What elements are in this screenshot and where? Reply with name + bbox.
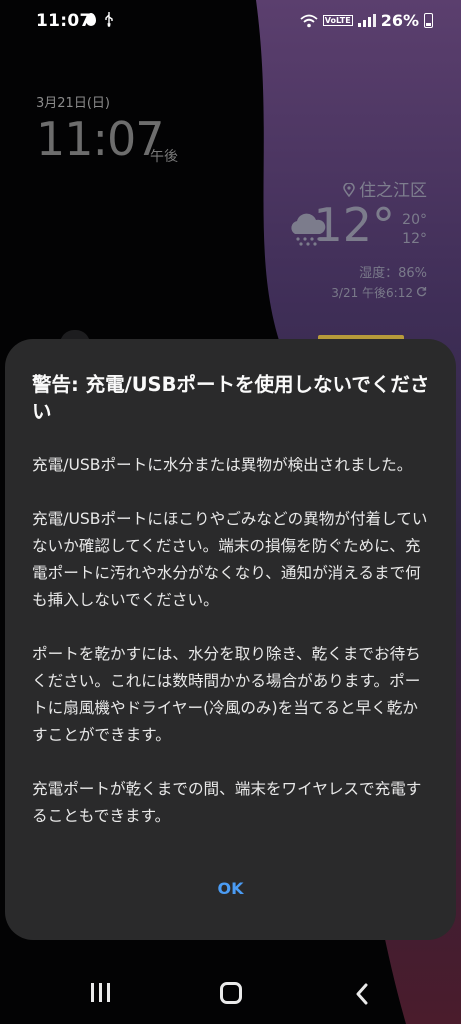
weather-temp: 12°: [313, 198, 395, 252]
battery-percent: 26%: [380, 11, 419, 30]
dialog-paragraph: ポートを乾かすには、水分を取り除き、乾くまでお待ちください。これには数時間かかる…: [32, 645, 421, 744]
usb-icon: [103, 11, 115, 31]
warning-dialog: 警告: 充電/USBポートを使用しないでください 充電/USBポートに水分または…: [5, 339, 456, 940]
weather-updated-label: 3/21 午後6:12: [331, 286, 413, 300]
dialog-body: 充電/USBポートに水分または異物が検出されました。 充電/USBポートにほこり…: [32, 452, 432, 857]
volte-icon: VoLTE: [322, 15, 353, 26]
battery-icon: [424, 13, 433, 28]
dialog-paragraph: 充電/USBポートにほこりやごみなどの異物が付着していないか確認してください。端…: [32, 510, 428, 609]
location-pin-icon: [343, 181, 355, 197]
weather-updated[interactable]: 3/21 午後6:12: [331, 284, 427, 301]
ok-button[interactable]: OK: [5, 879, 456, 898]
lock-clock: 11:07: [36, 112, 165, 166]
dialog-paragraph: 充電/USBポートに水分または異物が検出されました。: [32, 456, 413, 474]
weather-high: 20°: [402, 212, 427, 228]
refresh-icon[interactable]: [416, 286, 427, 300]
dialog-paragraph: 充電ポートが乾くまでの間、端末をワイヤレスで充電することもできます。: [32, 780, 422, 825]
weather-humidity: 湿度：86%: [359, 266, 427, 281]
back-icon[interactable]: [355, 983, 369, 1009]
weather-high-low: 20° 12°: [402, 211, 427, 249]
navigation-bar: [0, 966, 461, 1024]
recents-icon[interactable]: [91, 983, 110, 1002]
home-icon[interactable]: [220, 982, 242, 1004]
status-time: 11:07: [36, 11, 92, 31]
lock-ampm: 午後: [150, 149, 178, 165]
wifi-icon: [300, 14, 318, 28]
signal-icon: [357, 14, 376, 27]
drop-icon: [86, 13, 96, 26]
status-right: VoLTE 26%: [300, 11, 433, 30]
dialog-title: 警告: 充電/USBポートを使用しないでください: [32, 373, 430, 423]
status-bar: 11:07 VoLTE 26%: [0, 0, 461, 42]
weather-low: 12°: [402, 231, 427, 247]
lock-date: 3月21日(日): [36, 96, 110, 111]
